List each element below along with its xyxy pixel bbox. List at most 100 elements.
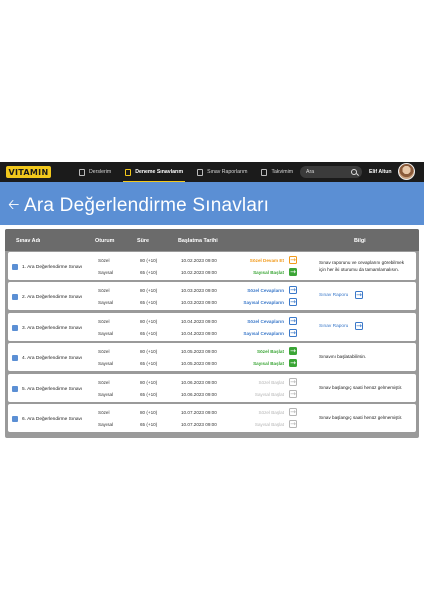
exam-icon [12, 325, 18, 331]
search-placeholder: Ara [306, 169, 315, 175]
session-duration: 80 (+10) [140, 288, 158, 293]
session-status[interactable]: Sayısal Başlat [253, 361, 284, 366]
session-label: Sayısal [98, 300, 114, 305]
session-duration: 80 (+10) [140, 349, 158, 354]
exam-info-line: Sınavını başlatabilirsin. [319, 354, 367, 359]
session-duration: 80 (+10) [140, 258, 158, 263]
user-name[interactable]: Elif Altun [369, 169, 392, 175]
session-duration: 65 (+10) [140, 300, 158, 305]
go-arrow-icon[interactable]: → [289, 298, 297, 306]
avatar[interactable] [398, 163, 415, 180]
session-date: 10.05.2023 09:00 [181, 349, 217, 354]
table-header: Sınav Adı Oturum Süre Başlatma Tarihi Bi… [5, 229, 419, 251]
session-label: Sözel [98, 258, 110, 263]
exam-info: Sınavını başlatabilirsin. [319, 354, 366, 361]
monitor-icon [79, 168, 85, 176]
session-label: Sözel [98, 288, 110, 293]
exam-icon [12, 416, 18, 422]
session-label: Sözel [98, 380, 110, 385]
exam-name: 5. Ara Değerlendirme Sınavı [22, 387, 83, 392]
exam-info: Sınav başlangıç saati henüz gelmemiştir. [319, 385, 402, 392]
session-duration: 65 (+10) [140, 270, 158, 275]
table-row: 1. Ara Değerlendirme Sınavı Sözel 80 (+10)… [8, 252, 416, 280]
session-date: 10.07.2023 09:00 [181, 410, 217, 415]
go-arrow-icon[interactable]: → [289, 317, 297, 325]
go-arrow-icon: → [289, 408, 297, 416]
table-row: 6. Ara Değerlendirme Sınavı Sözel 80 (+10)… [8, 404, 416, 432]
exam-name: 1. Ara Değerlendirme Sınavı [22, 265, 83, 270]
session-status[interactable]: Sayısal Cevapların [243, 331, 284, 336]
session-date: 10.06.2023 09:00 [181, 392, 217, 397]
exam-name: 6. Ara Değerlendirme Sınavı [22, 417, 83, 422]
report-link[interactable]: Sınav Raporu [319, 293, 348, 298]
exams-table: Sınav Adı Oturum Süre Başlatma Tarihi Bi… [5, 229, 419, 438]
exam-name: 2. Ara Değerlendirme Sınavı [22, 295, 83, 300]
go-arrow-icon[interactable]: → [289, 268, 297, 276]
exam-info-line: Sınav raporunu ve cevaplarını görebilmek [319, 260, 405, 265]
session-status[interactable]: Sözel Cevapların [247, 288, 284, 293]
nav-item-label: Sınav Raporlarım [207, 169, 248, 175]
session-date: 10.04.2023 09:00 [181, 319, 217, 324]
session-duration: 80 (+10) [140, 380, 158, 385]
session-status: Sözel Başlat [258, 380, 284, 385]
session-status: Sözel Başlat [258, 410, 284, 415]
col-header-info: Bilgi [354, 238, 366, 244]
calendar-icon [261, 168, 268, 176]
nav-item-derslerim[interactable]: Derslerim [75, 162, 115, 182]
session-duration: 80 (+10) [140, 410, 158, 415]
session-date: 10.07.2023 09:00 [181, 422, 217, 427]
session-date: 10.03.2023 09:00 [181, 300, 217, 305]
session-label: Sayısal [98, 422, 114, 427]
document-icon [125, 168, 132, 176]
page-title: Ara Değerlendirme Sınavları [24, 195, 270, 216]
exam-name: 4. Ara Değerlendirme Sınavı [22, 356, 83, 361]
report-arrow-icon[interactable]: → [355, 291, 363, 299]
exam-info: Sınav başlangıç saati henüz gelmemiştir. [319, 415, 402, 422]
session-status[interactable]: Sayısal Cevapların [243, 300, 284, 305]
session-label: Sayısal [98, 392, 114, 397]
search-input[interactable]: Ara [300, 166, 362, 178]
main-nav: Derslerim Deneme Sınavlarım Sınav Raporl… [75, 162, 303, 182]
table-row: 4. Ara Değerlendirme Sınavı Sözel 80 (+10)… [8, 343, 416, 371]
go-arrow-icon[interactable]: → [289, 329, 297, 337]
report-arrow-icon[interactable]: → [355, 322, 363, 330]
nav-item-deneme-sinavlarim[interactable]: Deneme Sınavlarım [121, 162, 187, 182]
exam-icon [12, 294, 18, 300]
nav-item-sinav-raporlarim[interactable]: Sınav Raporlarım [193, 162, 251, 182]
session-status: Sayısal Başlat [254, 392, 284, 397]
go-arrow-icon: → [289, 390, 297, 398]
session-status[interactable]: Sözel Başlat [257, 349, 284, 354]
report-link[interactable]: Sınav Raporu [319, 324, 348, 329]
col-header-duration: Süre [137, 238, 149, 244]
session-duration: 65 (+10) [140, 361, 158, 366]
exam-info: Sınav raporunu ve cevaplarını görebilmek… [319, 260, 404, 273]
session-status: Sayısal Başlat [254, 422, 284, 427]
search-icon[interactable] [351, 169, 357, 175]
go-arrow-icon: → [289, 378, 297, 386]
session-label: Sayısal [98, 331, 114, 336]
exam-info-line: Sınav başlangıç saati henüz gelmemiştir. [319, 385, 403, 390]
go-arrow-icon: → [289, 420, 297, 428]
go-arrow-icon[interactable]: → [289, 286, 297, 294]
session-duration: 80 (+10) [140, 319, 158, 324]
col-header-name: Sınav Adı [16, 238, 41, 244]
session-label: Sayısal [98, 361, 114, 366]
col-header-session: Oturum [95, 238, 115, 244]
report-icon [197, 168, 204, 176]
go-arrow-icon[interactable]: → [289, 256, 297, 264]
session-status[interactable]: Sözel Cevapların [247, 319, 284, 324]
exam-info-line: Sınav başlangıç saati henüz gelmemiştir. [319, 415, 403, 420]
go-arrow-icon[interactable]: → [289, 359, 297, 367]
session-date: 10.05.2023 09:00 [181, 361, 217, 366]
nav-item-takvimim[interactable]: Takvimim [257, 162, 297, 182]
exam-icon [12, 386, 18, 392]
session-date: 10.06.2023 09:00 [181, 380, 217, 385]
nav-item-label: Derslerim [89, 169, 112, 175]
session-label: Sözel [98, 319, 110, 324]
go-arrow-icon[interactable]: → [289, 347, 297, 355]
session-status[interactable]: Sayısal Başlat [253, 270, 284, 275]
back-arrow-icon[interactable]: 🡠 [8, 198, 19, 212]
exam-icon [12, 355, 18, 361]
session-status[interactable]: Sözel Devam Et [250, 258, 284, 263]
vitamin-logo[interactable]: VITAMIN [6, 166, 51, 178]
